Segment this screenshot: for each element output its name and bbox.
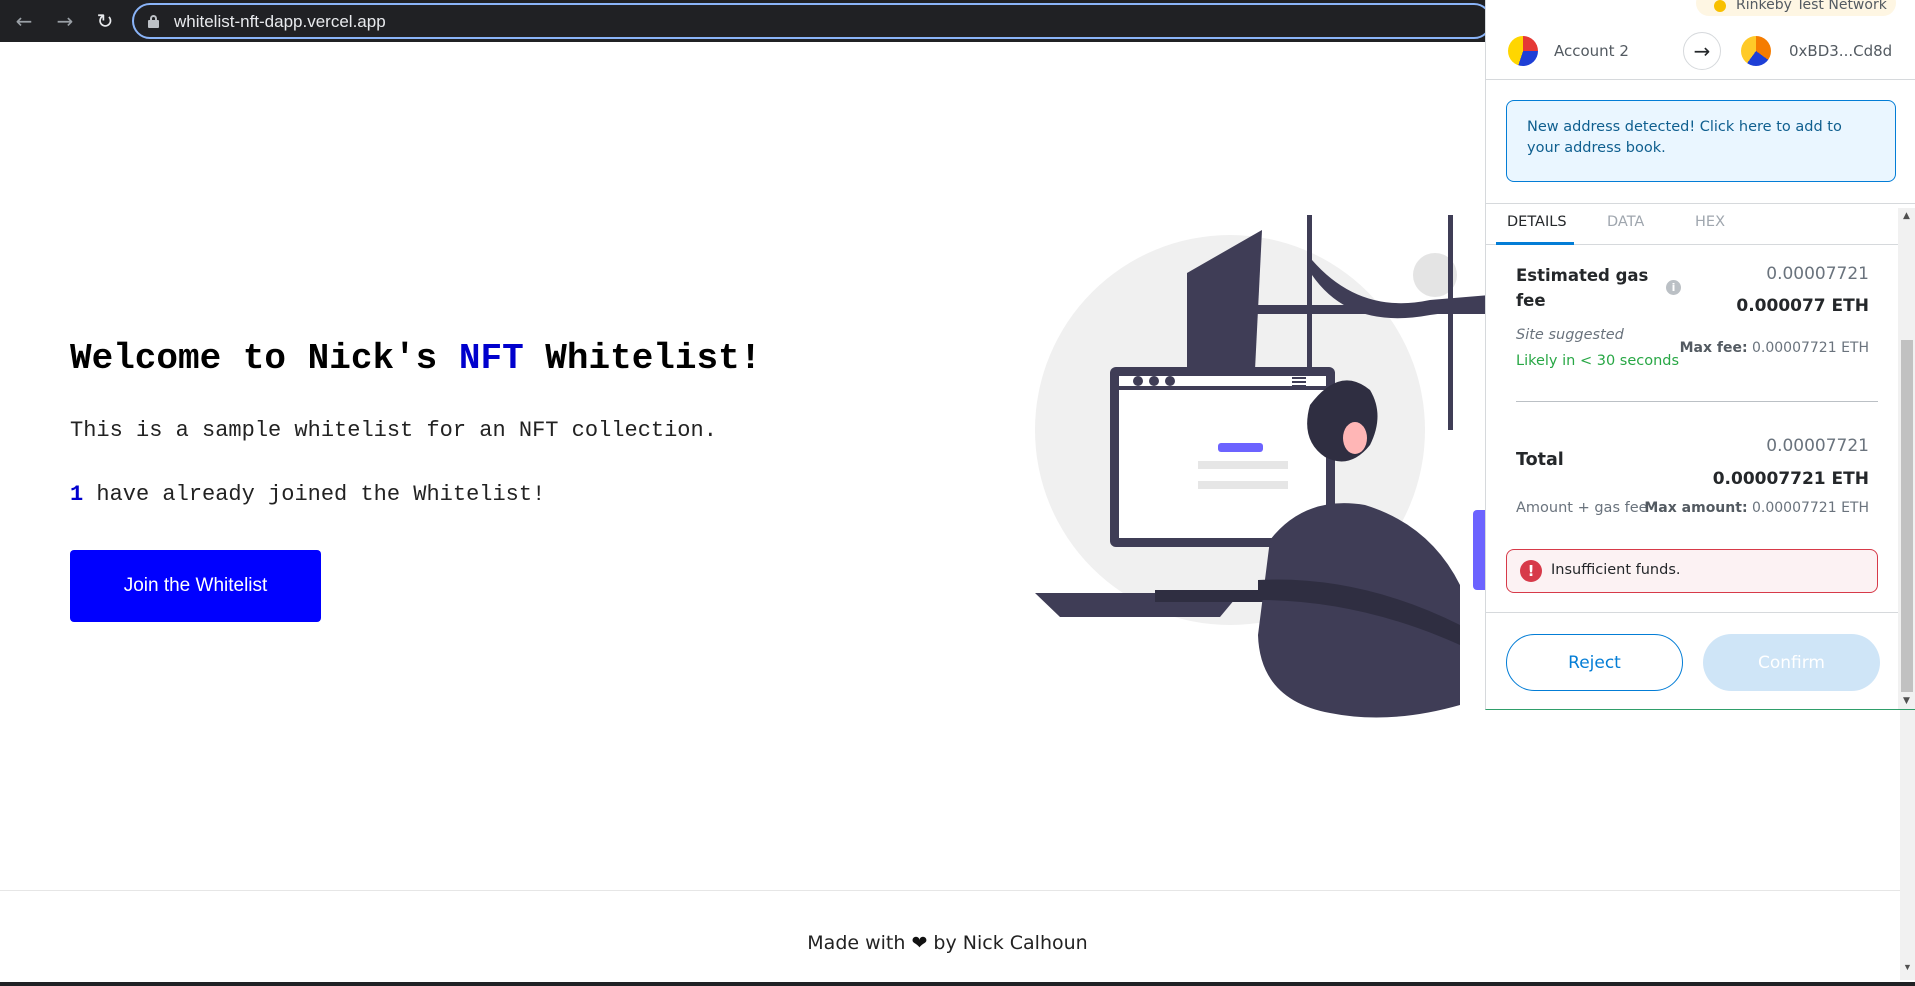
- amount-plus-gas-label: Amount + gas fee: [1516, 500, 1648, 516]
- page-title: Welcome to Nick's NFT Whitelist!: [70, 338, 761, 379]
- page-footer: Made with ❤ by Nick Calhoun: [0, 932, 1895, 954]
- recipient-address[interactable]: 0xBD3...Cd8d: [1789, 42, 1892, 60]
- total-eth: 0.00007721 ETH: [1712, 469, 1869, 489]
- transaction-tabs: DETAILS DATA HEX: [1486, 203, 1915, 245]
- scroll-up-arrow-icon[interactable]: ▲: [1903, 211, 1910, 221]
- reload-icon[interactable]: ↻: [92, 8, 118, 34]
- metamask-popup: Rinkeby Test Network Account 2 → 0xBD3..…: [1485, 0, 1915, 710]
- taskbar-strip: [0, 982, 1915, 986]
- active-tab-indicator: [1496, 242, 1574, 245]
- sender-identicon: [1508, 36, 1538, 66]
- max-amount-label: Max amount:: [1644, 500, 1748, 516]
- gas-fee-label: Estimated gas fee: [1516, 266, 1649, 310]
- title-highlight: NFT: [458, 338, 524, 379]
- popup-scroll-thumb[interactable]: [1901, 340, 1913, 692]
- error-icon: !: [1520, 560, 1542, 582]
- max-amount: Max amount: 0.00007721 ETH: [1644, 500, 1869, 516]
- total-label: Total: [1516, 450, 1564, 470]
- heart-icon: ❤: [911, 932, 928, 954]
- tab-data[interactable]: DATA: [1607, 214, 1644, 230]
- joined-text: have already joined the Whitelist!: [83, 482, 546, 507]
- footer-prefix: Made with: [807, 932, 912, 954]
- sender-account-name[interactable]: Account 2: [1554, 42, 1629, 60]
- gas-time-estimate: Likely in < 30 seconds: [1516, 353, 1680, 369]
- arrow-right-icon: →: [1683, 32, 1721, 70]
- confirm-button[interactable]: Confirm: [1703, 634, 1880, 691]
- join-whitelist-button[interactable]: Join the Whitelist: [70, 550, 321, 622]
- sender-recipient-bar: Account 2 → 0xBD3...Cd8d: [1486, 22, 1915, 80]
- tab-hex[interactable]: HEX: [1695, 214, 1725, 230]
- reject-button[interactable]: Reject: [1506, 634, 1683, 691]
- info-icon[interactable]: i: [1666, 280, 1681, 295]
- title-suffix: Whitelist!: [523, 338, 762, 379]
- url-text[interactable]: whitelist-nft-dapp.vercel.app: [174, 12, 386, 32]
- footer-divider: [0, 890, 1915, 891]
- network-indicator[interactable]: Rinkeby Test Network: [1696, 0, 1896, 16]
- footer-suffix: by Nick Calhoun: [927, 932, 1088, 954]
- network-status-dot: [1714, 0, 1726, 12]
- insufficient-funds-alert: ! Insufficient funds.: [1506, 549, 1878, 593]
- footer-divider: [1486, 612, 1898, 613]
- title-prefix: Welcome to Nick's: [70, 338, 459, 379]
- error-message: Insufficient funds.: [1551, 562, 1681, 578]
- gas-fee-value: 0.00007721: [1766, 264, 1869, 284]
- total-value: 0.00007721: [1766, 436, 1869, 456]
- page-description: This is a sample whitelist for an NFT co…: [70, 418, 717, 443]
- max-fee-label: Max fee:: [1679, 340, 1748, 356]
- address-bar[interactable]: whitelist-nft-dapp.vercel.app: [132, 3, 1492, 39]
- lock-icon[interactable]: [148, 15, 159, 28]
- site-suggested-link[interactable]: Site suggested: [1516, 327, 1624, 343]
- scroll-down-arrow-icon[interactable]: ▼: [1903, 696, 1910, 706]
- max-fee: Max fee: 0.00007721 ETH: [1680, 340, 1869, 356]
- new-address-notice[interactable]: New address detected! Click here to add …: [1506, 100, 1896, 182]
- recipient-identicon: [1741, 36, 1771, 66]
- network-name: Rinkeby Test Network: [1736, 0, 1887, 13]
- scroll-down-arrow-icon[interactable]: ▼: [1903, 962, 1912, 972]
- arrow-right-icon[interactable]: →: [52, 8, 78, 34]
- max-fee-value: 0.00007721 ETH: [1752, 340, 1869, 356]
- gas-fee-eth: 0.000077 ETH: [1736, 296, 1869, 316]
- developer-illustration: [1035, 215, 1490, 718]
- arrow-left-icon[interactable]: ←: [11, 8, 37, 34]
- popup-scrollbar[interactable]: ▲ ▼: [1898, 208, 1915, 709]
- max-amount-value: 0.00007721 ETH: [1752, 500, 1869, 516]
- tab-details[interactable]: DETAILS: [1507, 214, 1567, 230]
- joined-count-line: 1 have already joined the Whitelist!: [70, 482, 545, 507]
- joined-count: 1: [70, 482, 84, 507]
- section-divider: [1516, 401, 1878, 402]
